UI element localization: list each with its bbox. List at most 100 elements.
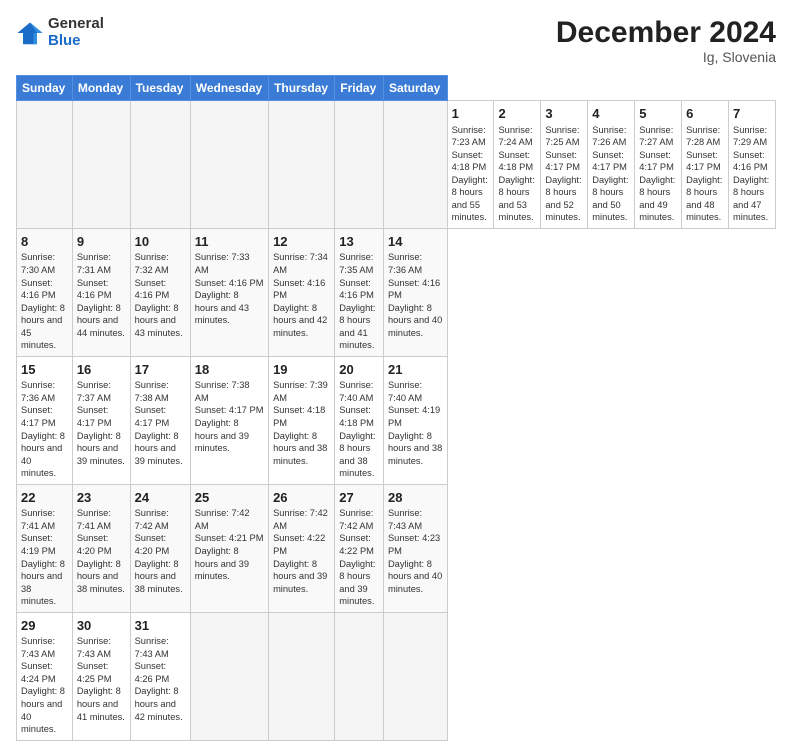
- day-number: 6: [686, 105, 724, 123]
- page: General Blue December 2024 Ig, Slovenia …: [0, 0, 792, 612]
- calendar-cell: 8Sunrise: 7:30 AMSunset: 4:16 PMDaylight…: [17, 228, 73, 356]
- calendar-cell: 19Sunrise: 7:39 AMSunset: 4:18 PMDayligh…: [269, 356, 335, 484]
- calendar-cell: 13Sunrise: 7:35 AMSunset: 4:16 PMDayligh…: [335, 228, 384, 356]
- col-wednesday: Wednesday: [190, 76, 268, 101]
- logo: General Blue: [16, 16, 104, 49]
- day-info: Sunrise: 7:38 AMSunset: 4:17 PMDaylight:…: [135, 379, 186, 467]
- day-info: Sunrise: 7:37 AMSunset: 4:17 PMDaylight:…: [77, 379, 126, 467]
- day-number: 5: [639, 105, 677, 123]
- day-info: Sunrise: 7:43 AMSunset: 4:23 PMDaylight:…: [388, 507, 443, 595]
- day-number: 1: [452, 105, 490, 123]
- calendar-header-row: Sunday Monday Tuesday Wednesday Thursday…: [17, 76, 776, 101]
- calendar-cell: 7Sunrise: 7:29 AMSunset: 4:16 PMDaylight…: [729, 101, 776, 229]
- calendar-cell: [335, 101, 384, 229]
- day-info: Sunrise: 7:42 AMSunset: 4:22 PMDaylight:…: [339, 507, 379, 607]
- calendar-cell: 9Sunrise: 7:31 AMSunset: 4:16 PMDaylight…: [72, 228, 130, 356]
- calendar-cell: 27Sunrise: 7:42 AMSunset: 4:22 PMDayligh…: [335, 484, 384, 612]
- calendar-week-5: 29Sunrise: 7:43 AMSunset: 4:24 PMDayligh…: [17, 612, 776, 740]
- col-sunday: Sunday: [17, 76, 73, 101]
- day-number: 24: [135, 489, 186, 507]
- day-info: Sunrise: 7:35 AMSunset: 4:16 PMDaylight:…: [339, 251, 379, 351]
- day-info: Sunrise: 7:42 AMSunset: 4:22 PMDaylight:…: [273, 507, 330, 595]
- calendar-cell: [335, 612, 384, 740]
- calendar-cell: [190, 612, 268, 740]
- day-number: 19: [273, 361, 330, 379]
- day-number: 13: [339, 233, 379, 251]
- day-number: 16: [77, 361, 126, 379]
- calendar-cell: 30Sunrise: 7:43 AMSunset: 4:25 PMDayligh…: [72, 612, 130, 740]
- day-info: Sunrise: 7:24 AMSunset: 4:18 PMDaylight:…: [498, 124, 536, 224]
- day-info: Sunrise: 7:25 AMSunset: 4:17 PMDaylight:…: [545, 124, 583, 224]
- day-info: Sunrise: 7:36 AMSunset: 4:17 PMDaylight:…: [21, 379, 68, 479]
- calendar-week-4: 22Sunrise: 7:41 AMSunset: 4:19 PMDayligh…: [17, 484, 776, 612]
- day-info: Sunrise: 7:32 AMSunset: 4:16 PMDaylight:…: [135, 251, 186, 339]
- title-block: December 2024 Ig, Slovenia: [556, 16, 776, 65]
- day-info: Sunrise: 7:27 AMSunset: 4:17 PMDaylight:…: [639, 124, 677, 224]
- day-number: 29: [21, 617, 68, 635]
- day-info: Sunrise: 7:38 AMSunset: 4:17 PMDaylight:…: [195, 379, 264, 454]
- day-number: 31: [135, 617, 186, 635]
- day-info: Sunrise: 7:31 AMSunset: 4:16 PMDaylight:…: [77, 251, 126, 339]
- calendar-cell: 23Sunrise: 7:41 AMSunset: 4:20 PMDayligh…: [72, 484, 130, 612]
- logo-icon: [16, 19, 44, 47]
- calendar-cell: [383, 612, 447, 740]
- calendar-cell: [383, 101, 447, 229]
- calendar-cell: 22Sunrise: 7:41 AMSunset: 4:19 PMDayligh…: [17, 484, 73, 612]
- calendar-cell: 5Sunrise: 7:27 AMSunset: 4:17 PMDaylight…: [635, 101, 682, 229]
- day-number: 10: [135, 233, 186, 251]
- calendar-cell: 12Sunrise: 7:34 AMSunset: 4:16 PMDayligh…: [269, 228, 335, 356]
- day-number: 2: [498, 105, 536, 123]
- day-number: 21: [388, 361, 443, 379]
- day-number: 17: [135, 361, 186, 379]
- logo-text: General Blue: [48, 16, 104, 49]
- calendar-cell: [269, 612, 335, 740]
- calendar-cell: [17, 101, 73, 229]
- day-number: 8: [21, 233, 68, 251]
- day-info: Sunrise: 7:43 AMSunset: 4:26 PMDaylight:…: [135, 635, 186, 723]
- day-info: Sunrise: 7:33 AMSunset: 4:16 PMDaylight:…: [195, 251, 264, 326]
- day-number: 12: [273, 233, 330, 251]
- calendar-cell: 2Sunrise: 7:24 AMSunset: 4:18 PMDaylight…: [494, 101, 541, 229]
- day-number: 28: [388, 489, 443, 507]
- day-number: 18: [195, 361, 264, 379]
- day-info: Sunrise: 7:28 AMSunset: 4:17 PMDaylight:…: [686, 124, 724, 224]
- col-monday: Monday: [72, 76, 130, 101]
- day-info: Sunrise: 7:43 AMSunset: 4:25 PMDaylight:…: [77, 635, 126, 723]
- day-number: 9: [77, 233, 126, 251]
- calendar-cell: 11Sunrise: 7:33 AMSunset: 4:16 PMDayligh…: [190, 228, 268, 356]
- day-info: Sunrise: 7:41 AMSunset: 4:19 PMDaylight:…: [21, 507, 68, 607]
- calendar-cell: 16Sunrise: 7:37 AMSunset: 4:17 PMDayligh…: [72, 356, 130, 484]
- day-number: 30: [77, 617, 126, 635]
- day-info: Sunrise: 7:40 AMSunset: 4:18 PMDaylight:…: [339, 379, 379, 479]
- day-number: 25: [195, 489, 264, 507]
- calendar-cell: 6Sunrise: 7:28 AMSunset: 4:17 PMDaylight…: [682, 101, 729, 229]
- day-number: 26: [273, 489, 330, 507]
- calendar-cell: 15Sunrise: 7:36 AMSunset: 4:17 PMDayligh…: [17, 356, 73, 484]
- day-number: 22: [21, 489, 68, 507]
- calendar-week-1: 1Sunrise: 7:23 AMSunset: 4:18 PMDaylight…: [17, 101, 776, 229]
- calendar-cell: 17Sunrise: 7:38 AMSunset: 4:17 PMDayligh…: [130, 356, 190, 484]
- calendar-cell: [190, 101, 268, 229]
- day-number: 14: [388, 233, 443, 251]
- calendar-table: Sunday Monday Tuesday Wednesday Thursday…: [16, 75, 776, 741]
- logo-blue: Blue: [48, 33, 104, 50]
- calendar-cell: 25Sunrise: 7:42 AMSunset: 4:21 PMDayligh…: [190, 484, 268, 612]
- calendar-cell: 29Sunrise: 7:43 AMSunset: 4:24 PMDayligh…: [17, 612, 73, 740]
- day-info: Sunrise: 7:36 AMSunset: 4:16 PMDaylight:…: [388, 251, 443, 339]
- calendar-cell: 20Sunrise: 7:40 AMSunset: 4:18 PMDayligh…: [335, 356, 384, 484]
- day-info: Sunrise: 7:42 AMSunset: 4:20 PMDaylight:…: [135, 507, 186, 595]
- day-number: 7: [733, 105, 771, 123]
- day-number: 20: [339, 361, 379, 379]
- day-info: Sunrise: 7:40 AMSunset: 4:19 PMDaylight:…: [388, 379, 443, 467]
- day-number: 23: [77, 489, 126, 507]
- calendar-cell: 14Sunrise: 7:36 AMSunset: 4:16 PMDayligh…: [383, 228, 447, 356]
- header: General Blue December 2024 Ig, Slovenia: [16, 16, 776, 65]
- calendar-week-3: 15Sunrise: 7:36 AMSunset: 4:17 PMDayligh…: [17, 356, 776, 484]
- day-number: 15: [21, 361, 68, 379]
- calendar-cell: 24Sunrise: 7:42 AMSunset: 4:20 PMDayligh…: [130, 484, 190, 612]
- day-info: Sunrise: 7:42 AMSunset: 4:21 PMDaylight:…: [195, 507, 264, 582]
- calendar-cell: 28Sunrise: 7:43 AMSunset: 4:23 PMDayligh…: [383, 484, 447, 612]
- calendar-cell: 10Sunrise: 7:32 AMSunset: 4:16 PMDayligh…: [130, 228, 190, 356]
- calendar-cell: [130, 101, 190, 229]
- calendar-cell: 18Sunrise: 7:38 AMSunset: 4:17 PMDayligh…: [190, 356, 268, 484]
